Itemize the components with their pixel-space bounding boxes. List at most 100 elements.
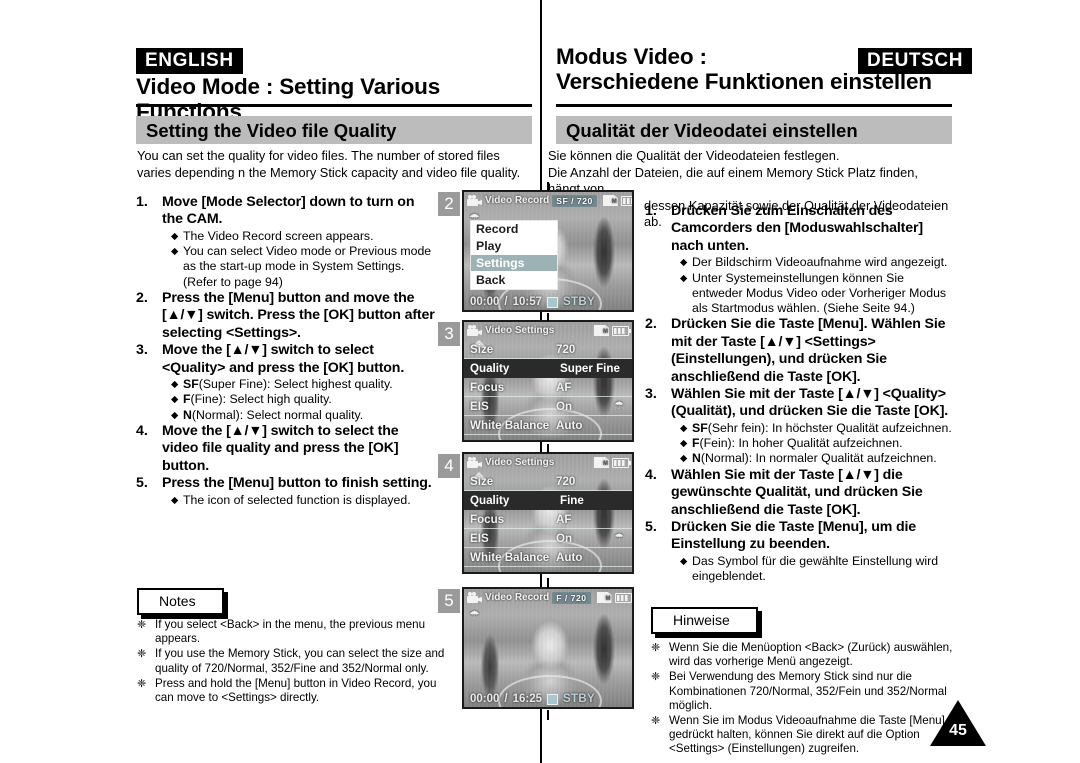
step-body: Press the [Menu] button and move the [▲/… <box>162 290 436 342</box>
setting-label-eis: EIS <box>470 531 489 545</box>
bullet-item: ◆ SF(Super Fine): Select highest quality. <box>162 377 436 392</box>
clover-bullet-icon: ❈ <box>651 671 661 684</box>
lcd-status-bar: Video Settings M <box>464 322 632 339</box>
setting-row-size[interactable]: Size 720 <box>464 340 632 359</box>
setting-row-eis[interactable]: EIS On ☂ <box>464 397 632 416</box>
step-body: Move [Mode Selector] down to turn on the… <box>162 194 436 290</box>
step-number: 1. <box>136 194 148 210</box>
bullet-text: Der Bildschirm Videoaufnahme wird angeze… <box>692 255 948 270</box>
diamond-bullet-icon: ◆ <box>680 272 688 284</box>
step-bullets: ◆ The icon of selected function is displa… <box>162 493 436 508</box>
step-number: 5. <box>136 475 148 492</box>
step-instruction: Press the [Menu] button and move the [▲/… <box>162 290 435 341</box>
setting-row-size[interactable]: Size 720 <box>464 472 632 491</box>
note-text: Wenn Sie im Modus Videoaufnahme die Tast… <box>669 714 945 756</box>
step-bullets: ◆ Der Bildschirm Videoaufnahme wird angez… <box>671 255 955 316</box>
time-separator: / <box>504 693 508 705</box>
setting-value-white-balance: Auto <box>556 550 583 564</box>
step-item: 2. Drücken Sie die Taste [Menu]. Wählen S… <box>645 316 955 386</box>
bullet-item: ◆ F(Fein): In hoher Qualität aufzeichnen. <box>671 436 955 451</box>
menu-item-record[interactable]: Record <box>471 221 557 238</box>
bullet-item: ◆ N(Normal): In normaler Qualität aufzeic… <box>671 451 955 466</box>
lcd-status-bar: Video Record SF / 720 M <box>464 192 632 209</box>
step-item: 2. Press the [Menu] button and move the [… <box>136 290 436 342</box>
lcd-screen-video-record-fine: Video Record F / 720 M ☂ 00:00 / 16:25 S… <box>462 587 634 709</box>
step-item: 3. Move the [▲/▼] switch to select <Quali… <box>136 342 436 423</box>
note-item: ❈ Wenn Sie im Modus Videoaufnahme die Tas… <box>651 714 971 757</box>
time-separator: / <box>504 296 508 308</box>
lcd-mode-title: Video Settings <box>485 325 555 336</box>
notes-list-english: ❈ If you select <Back> in the menu, the p… <box>137 618 457 706</box>
camcorder-icon <box>467 325 482 336</box>
lcd-status-bar: Video Record F / 720 M <box>464 589 632 606</box>
diamond-bullet-icon: ◆ <box>171 246 179 258</box>
setting-label-quality: Quality <box>464 491 556 510</box>
hand-shake-icon: ☂ <box>614 400 624 412</box>
hand-shake-icon: ☂ <box>469 608 480 622</box>
setting-label-focus: Focus <box>470 512 505 526</box>
setting-row-focus[interactable]: Focus AF <box>464 378 632 397</box>
memory-card-icon: M <box>594 325 609 336</box>
setting-value-quality: Fine <box>556 491 632 510</box>
connector-tick <box>547 578 549 588</box>
quality-size-badge: SF / 720 <box>552 194 597 207</box>
step-badge-2: 2 <box>438 192 460 216</box>
settings-list[interactable]: Size 720 Quality Fine Focus AF EIS On ☂ … <box>464 472 632 567</box>
battery-icon <box>612 457 631 468</box>
step-instruction: Wählen Sie mit der Taste [▲/▼] <Quality>… <box>671 386 949 420</box>
setting-row-white-balance[interactable]: White Balance Auto <box>464 416 632 435</box>
setting-row-quality[interactable]: Quality Fine <box>464 491 632 510</box>
setting-row-quality[interactable]: Quality Super Fine <box>464 359 632 378</box>
standby-square-icon <box>547 693 559 705</box>
step-bullets: ◆ SF(Sehr fein): In höchster Qualität auf… <box>671 421 955 467</box>
step-body: Drücken Sie die Taste [Menu], um die Ein… <box>671 519 955 584</box>
lcd-bottom-status: 00:00 / 16:25 STBY <box>464 693 632 705</box>
setting-row-focus[interactable]: Focus AF <box>464 510 632 529</box>
diamond-bullet-icon: ◆ <box>171 394 179 406</box>
setting-value-quality: Super Fine <box>556 359 632 378</box>
steps-list-english: 1. Move [Mode Selector] down to turn on t… <box>136 194 436 508</box>
menu-item-back[interactable]: Back <box>471 272 557 289</box>
camcorder-icon <box>467 195 482 206</box>
setting-row-white-balance[interactable]: White Balance Auto <box>464 548 632 567</box>
connector-tick <box>547 444 549 453</box>
note-item: ❈ Wenn Sie die Menüoption <Back> (Zurück)… <box>651 641 971 669</box>
step-instruction: Press the [Menu] button to finish settin… <box>162 475 432 492</box>
language-tag-english: ENGLISH <box>136 48 243 74</box>
status-label: STBY <box>563 693 595 705</box>
step-body: Drücken Sie zum Einschalten des Camcorde… <box>671 203 955 316</box>
note-text: Press and hold the [Menu] button in Vide… <box>155 676 437 705</box>
menu-item-play[interactable]: Play <box>471 238 557 255</box>
diamond-bullet-icon: ◆ <box>680 422 688 434</box>
note-item: ❈ Bei Verwendung des Memory Stick sind nu… <box>651 670 971 713</box>
time-elapsed: 00:00 <box>470 296 500 308</box>
diamond-bullet-icon: ◆ <box>680 257 688 269</box>
bullet-text: Unter Systemeinstellungen können Sie ent… <box>692 270 947 316</box>
lcd-bottom-status: 00:00 / 10:57 STBY <box>464 296 632 308</box>
diamond-bullet-icon: ◆ <box>680 453 688 465</box>
bullet-item: ◆ Unter Systemeinstellungen können Sie en… <box>671 271 955 317</box>
bullet-text: N(Normal): In normaler Qualität aufzeich… <box>692 451 937 466</box>
lcd-popup-menu[interactable]: Record Play Settings Back <box>470 220 558 290</box>
notes-list-german: ❈ Wenn Sie die Menüoption <Back> (Zurück)… <box>651 641 971 758</box>
setting-row-eis[interactable]: EIS On ☂ <box>464 529 632 548</box>
setting-label-quality: Quality <box>464 359 556 378</box>
setting-label-focus: Focus <box>470 380 505 394</box>
steps-list-german: 1. Drücken Sie zum Einschalten des Camcor… <box>645 203 955 584</box>
step-body: Press the [Menu] button to finish settin… <box>162 475 436 508</box>
section-title-german: Qualität der Videodatei einstellen <box>556 116 952 144</box>
step-item: 1. Move [Mode Selector] down to turn on t… <box>136 194 436 290</box>
bullet-item: ◆ You can select Video mode or Previous m… <box>162 244 436 290</box>
step-bullets: ◆ Das Symbol für die gewählte Einstellung… <box>671 554 955 585</box>
note-item: ❈ Press and hold the [Menu] button in Vid… <box>137 677 457 705</box>
clover-bullet-icon: ❈ <box>137 619 147 631</box>
standby-square-icon <box>547 296 559 308</box>
settings-list[interactable]: Size 720 Quality Super Fine Focus AF EIS… <box>464 340 632 435</box>
lcd-screen-video-settings-superfine: Video Settings M Size 720 Quality Super … <box>462 320 634 442</box>
step-number: 5. <box>645 518 657 535</box>
step-instruction: Drücken Sie zum Einschalten des Camcorde… <box>671 203 923 254</box>
lcd-mode-title: Video Settings <box>485 457 555 468</box>
setting-value-eis: On <box>556 399 573 413</box>
step-number: 1. <box>645 203 657 219</box>
menu-item-settings[interactable]: Settings <box>471 255 557 272</box>
